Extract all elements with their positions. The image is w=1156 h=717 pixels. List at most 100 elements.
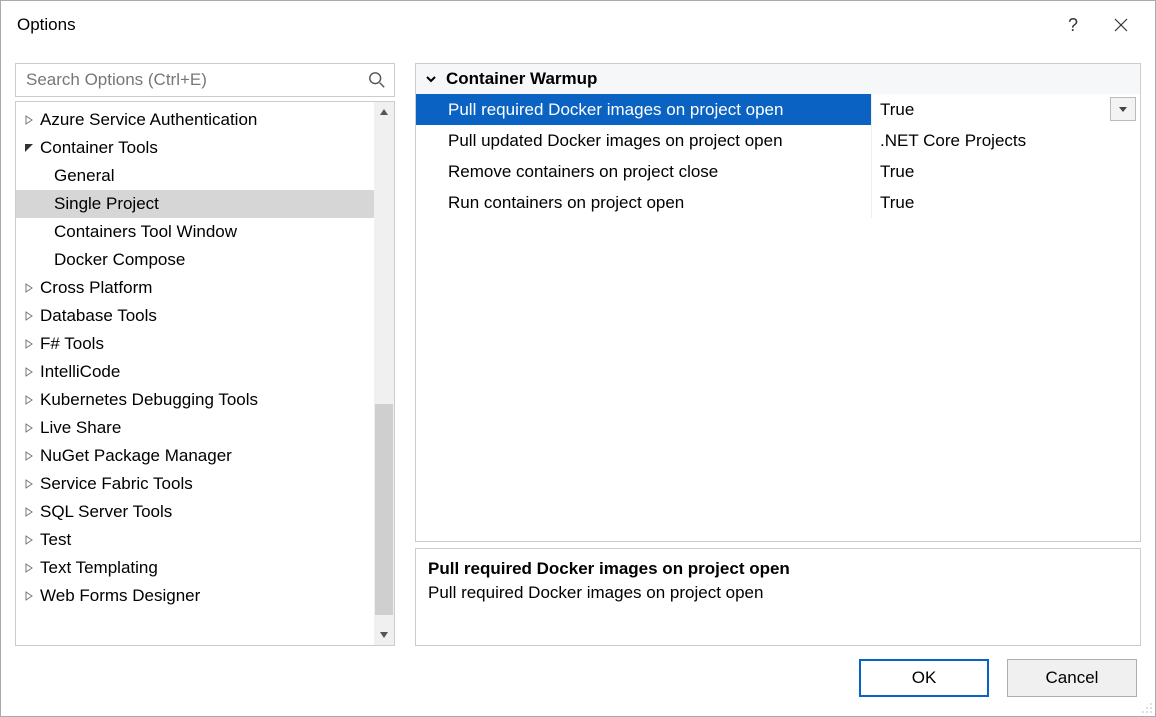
description-body: Pull required Docker images on project o… [428, 583, 1128, 603]
tree-item[interactable]: SQL Server Tools [16, 498, 374, 526]
tree-item-label: Cross Platform [40, 278, 152, 298]
tree-item-label: Kubernetes Debugging Tools [40, 390, 258, 410]
dialog-title: Options [17, 15, 1049, 35]
dialog-footer: OK Cancel [1, 652, 1155, 716]
scroll-down-button[interactable] [374, 625, 394, 645]
tree-item-label: General [54, 166, 114, 186]
tree-item[interactable]: IntelliCode [16, 358, 374, 386]
cancel-label: Cancel [1046, 668, 1099, 688]
tree-item[interactable]: Test [16, 526, 374, 554]
tree-item[interactable]: Containers Tool Window [16, 218, 374, 246]
chevron-right-icon[interactable] [22, 477, 36, 491]
chevron-down-icon [1118, 104, 1128, 114]
property-value[interactable]: .NET Core Projects [872, 125, 1140, 156]
tree-item[interactable]: Cross Platform [16, 274, 374, 302]
property-grid: Container Warmup Pull required Docker im… [415, 63, 1141, 542]
chevron-right-icon[interactable] [22, 309, 36, 323]
tree-item-label: Service Fabric Tools [40, 474, 193, 494]
tree-item[interactable]: Kubernetes Debugging Tools [16, 386, 374, 414]
settings-panel: Container Warmup Pull required Docker im… [415, 63, 1141, 646]
tree-item-label: Containers Tool Window [54, 222, 237, 242]
close-icon [1114, 18, 1128, 32]
tree-item[interactable]: Container Tools [16, 134, 374, 162]
tree-item-label: Text Templating [40, 558, 158, 578]
property-row[interactable]: Remove containers on project close True [416, 156, 1140, 187]
tree-item-label: Container Tools [40, 138, 158, 158]
scroll-up-button[interactable] [374, 102, 394, 122]
property-row[interactable]: Pull required Docker images on project o… [416, 94, 1140, 125]
scroll-track[interactable] [374, 122, 394, 625]
resize-grip-icon[interactable] [1139, 700, 1153, 714]
tree-item-label: Web Forms Designer [40, 586, 200, 606]
options-dialog: Options ? Azure Service Authentication Co… [0, 0, 1156, 717]
property-name: Pull updated Docker images on project op… [416, 125, 872, 156]
tree-item-label: NuGet Package Manager [40, 446, 232, 466]
tree-item[interactable]: F# Tools [16, 330, 374, 358]
property-category[interactable]: Container Warmup [416, 64, 1140, 94]
chevron-right-icon[interactable] [22, 393, 36, 407]
tree-item-label: Single Project [54, 194, 159, 214]
tree-item-label: Live Share [40, 418, 121, 438]
property-row[interactable]: Pull updated Docker images on project op… [416, 125, 1140, 156]
tree-item[interactable]: General [16, 162, 374, 190]
search-box[interactable] [15, 63, 395, 97]
help-icon: ? [1068, 15, 1078, 36]
chevron-right-icon[interactable] [22, 337, 36, 351]
tree-scrollbar[interactable] [374, 102, 394, 645]
property-name: Run containers on project open [416, 187, 872, 218]
chevron-right-icon[interactable] [22, 505, 36, 519]
close-button[interactable] [1097, 5, 1145, 45]
cancel-button[interactable]: Cancel [1007, 659, 1137, 697]
property-value[interactable]: True [872, 156, 1140, 187]
property-name: Remove containers on project close [416, 156, 872, 187]
tree-item[interactable]: Docker Compose [16, 246, 374, 274]
tree-item[interactable]: Web Forms Designer [16, 582, 374, 610]
chevron-down-icon[interactable] [22, 141, 36, 155]
chevron-down-icon [422, 70, 440, 88]
chevron-right-icon[interactable] [22, 589, 36, 603]
chevron-right-icon[interactable] [22, 449, 36, 463]
tree-item-label: Azure Service Authentication [40, 110, 257, 130]
tree-item[interactable]: Live Share [16, 414, 374, 442]
property-value-text: True [880, 193, 914, 213]
property-value[interactable]: True [872, 187, 1140, 218]
dialog-body: Azure Service Authentication Container To… [1, 49, 1155, 652]
property-value-text: True [880, 162, 914, 182]
tree-item-label: IntelliCode [40, 362, 120, 382]
chevron-right-icon[interactable] [22, 561, 36, 575]
property-rows: Pull required Docker images on project o… [416, 94, 1140, 218]
tree-item[interactable]: Text Templating [16, 554, 374, 582]
chevron-right-icon[interactable] [22, 421, 36, 435]
property-value-text: True [880, 100, 914, 120]
tree-item[interactable]: NuGet Package Manager [16, 442, 374, 470]
ok-button[interactable]: OK [859, 659, 989, 697]
search-input[interactable] [24, 69, 368, 91]
chevron-right-icon[interactable] [22, 281, 36, 295]
property-value[interactable]: True [872, 94, 1140, 125]
search-icon [368, 71, 386, 89]
nav-panel: Azure Service Authentication Container To… [15, 63, 395, 646]
help-button[interactable]: ? [1049, 5, 1097, 45]
property-name: Pull required Docker images on project o… [416, 94, 872, 125]
chevron-right-icon[interactable] [22, 533, 36, 547]
scroll-thumb[interactable] [375, 404, 393, 615]
property-row[interactable]: Run containers on project open True [416, 187, 1140, 218]
tree-item-label: SQL Server Tools [40, 502, 172, 522]
tree-item-label: Database Tools [40, 306, 157, 326]
tree-item-label: Test [40, 530, 71, 550]
chevron-right-icon[interactable] [22, 365, 36, 379]
property-value-text: .NET Core Projects [880, 131, 1026, 151]
tree-item-label: F# Tools [40, 334, 104, 354]
tree-list[interactable]: Azure Service Authentication Container To… [16, 102, 374, 645]
ok-label: OK [912, 668, 937, 688]
dropdown-button[interactable] [1110, 97, 1136, 121]
tree-item[interactable]: Azure Service Authentication [16, 106, 374, 134]
title-bar: Options ? [1, 1, 1155, 49]
tree-item[interactable]: Service Fabric Tools [16, 470, 374, 498]
chevron-right-icon[interactable] [22, 113, 36, 127]
tree-item[interactable]: Database Tools [16, 302, 374, 330]
tree-item[interactable]: Single Project [16, 190, 374, 218]
description-title: Pull required Docker images on project o… [428, 559, 1128, 579]
options-tree: Azure Service Authentication Container To… [15, 101, 395, 646]
property-description: Pull required Docker images on project o… [415, 548, 1141, 646]
